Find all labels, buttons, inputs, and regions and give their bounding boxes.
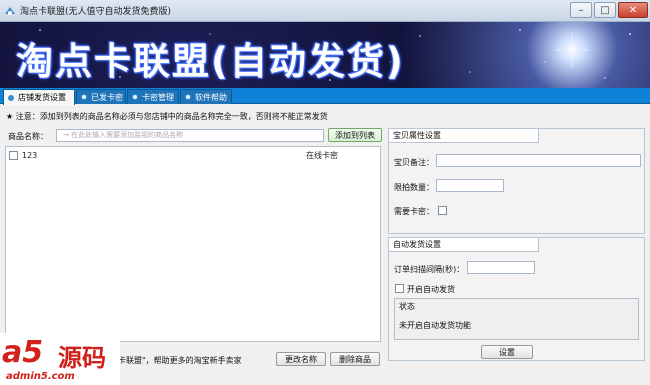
watermark: a5 源码 admin5.com bbox=[0, 333, 120, 385]
banner: 淘点卡联盟(自动发货) bbox=[0, 22, 650, 88]
auto-ship-title: 自动发货设置 bbox=[389, 238, 539, 252]
watermark-logo: a5 bbox=[2, 335, 44, 370]
tab-label: 店铺发货设置 bbox=[18, 93, 66, 102]
product-name-label: 商品名称： bbox=[8, 132, 48, 141]
tab-dot-icon bbox=[185, 94, 191, 100]
list-item-checkbox[interactable] bbox=[9, 150, 18, 160]
status-title: 状态 bbox=[399, 302, 415, 311]
tab-dot-icon bbox=[81, 94, 87, 100]
need-card-checkbox[interactable] bbox=[438, 206, 447, 215]
auto-ship-panel: 自动发货设置 订单扫描间隔(秒)： 开启自动发货 状态 未开启自动发货功能 设置 bbox=[388, 237, 645, 361]
tab-shop-shipping-settings[interactable]: 店铺发货设置 bbox=[3, 89, 75, 105]
notice-text: ★ 注意：添加到列表的商品名称必须与您店铺中的商品名称完全一致，否则将不能正常发… bbox=[6, 112, 328, 121]
window-title: 淘点卡联盟(无人值守自动发货免费版) bbox=[20, 7, 172, 17]
enable-auto-ship-label: 开启自动发货 bbox=[407, 285, 455, 294]
app-icon bbox=[5, 6, 15, 15]
close-button[interactable]: ✕ bbox=[618, 2, 648, 18]
banner-title: 淘点卡联盟(自动发货) bbox=[16, 40, 405, 83]
tab-bar: 店铺发货设置 已发卡密 卡密管理 软件帮助 bbox=[0, 88, 650, 105]
help-text: 卡联盟"，帮助更多的淘宝新手卖家 bbox=[118, 356, 242, 365]
product-name-input[interactable]: → 在此处输入需要添加监视的商品名称 bbox=[56, 129, 324, 142]
limit-label: 限拍数量： bbox=[394, 183, 434, 192]
tab-dot-icon bbox=[8, 94, 14, 101]
tab-software-help[interactable]: 软件帮助 bbox=[180, 89, 232, 104]
title-bar: 淘点卡联盟(无人值守自动发货免费版) – □ ✕ bbox=[0, 0, 650, 22]
add-to-list-button[interactable]: 添加到列表 bbox=[328, 128, 382, 142]
enable-auto-ship-checkbox[interactable] bbox=[395, 284, 404, 293]
settings-button[interactable]: 设置 bbox=[481, 345, 533, 359]
list-item[interactable]: 123 在线卡密 bbox=[6, 149, 376, 161]
product-list[interactable]: 123 在线卡密 bbox=[5, 146, 381, 342]
watermark-url: admin5.com bbox=[6, 371, 75, 382]
tab-label: 软件帮助 bbox=[195, 92, 227, 102]
scan-interval-input[interactable] bbox=[467, 261, 535, 274]
maximize-button[interactable]: □ bbox=[594, 2, 616, 18]
need-card-label: 需要卡密： bbox=[394, 207, 434, 216]
tab-sent-cards[interactable]: 已发卡密 bbox=[76, 89, 126, 104]
minimize-button[interactable]: – bbox=[570, 2, 592, 18]
limit-input[interactable] bbox=[436, 179, 504, 192]
delete-product-button[interactable]: 删除商品 bbox=[330, 352, 380, 366]
tab-dot-icon bbox=[132, 94, 138, 100]
list-item-name: 123 bbox=[22, 150, 38, 160]
remark-input[interactable] bbox=[436, 154, 641, 167]
status-text: 未开启自动发货功能 bbox=[399, 321, 471, 330]
rename-button[interactable]: 更改名称 bbox=[276, 352, 326, 366]
scan-interval-label: 订单扫描间隔(秒)： bbox=[394, 265, 465, 274]
remark-label: 宝贝备注： bbox=[394, 158, 434, 167]
tab-card-management[interactable]: 卡密管理 bbox=[127, 89, 179, 104]
item-settings-panel: 宝贝属性设置 宝贝备注： 限拍数量： 需要卡密： bbox=[388, 128, 645, 234]
tab-label: 卡密管理 bbox=[142, 92, 174, 102]
list-item-status: 在线卡密 bbox=[306, 150, 338, 160]
tab-label: 已发卡密 bbox=[91, 92, 123, 102]
item-settings-title: 宝贝属性设置 bbox=[389, 129, 539, 143]
status-box: 状态 未开启自动发货功能 bbox=[394, 298, 639, 340]
watermark-text: 源码 bbox=[58, 344, 106, 372]
window-controls: – □ ✕ bbox=[570, 2, 648, 18]
